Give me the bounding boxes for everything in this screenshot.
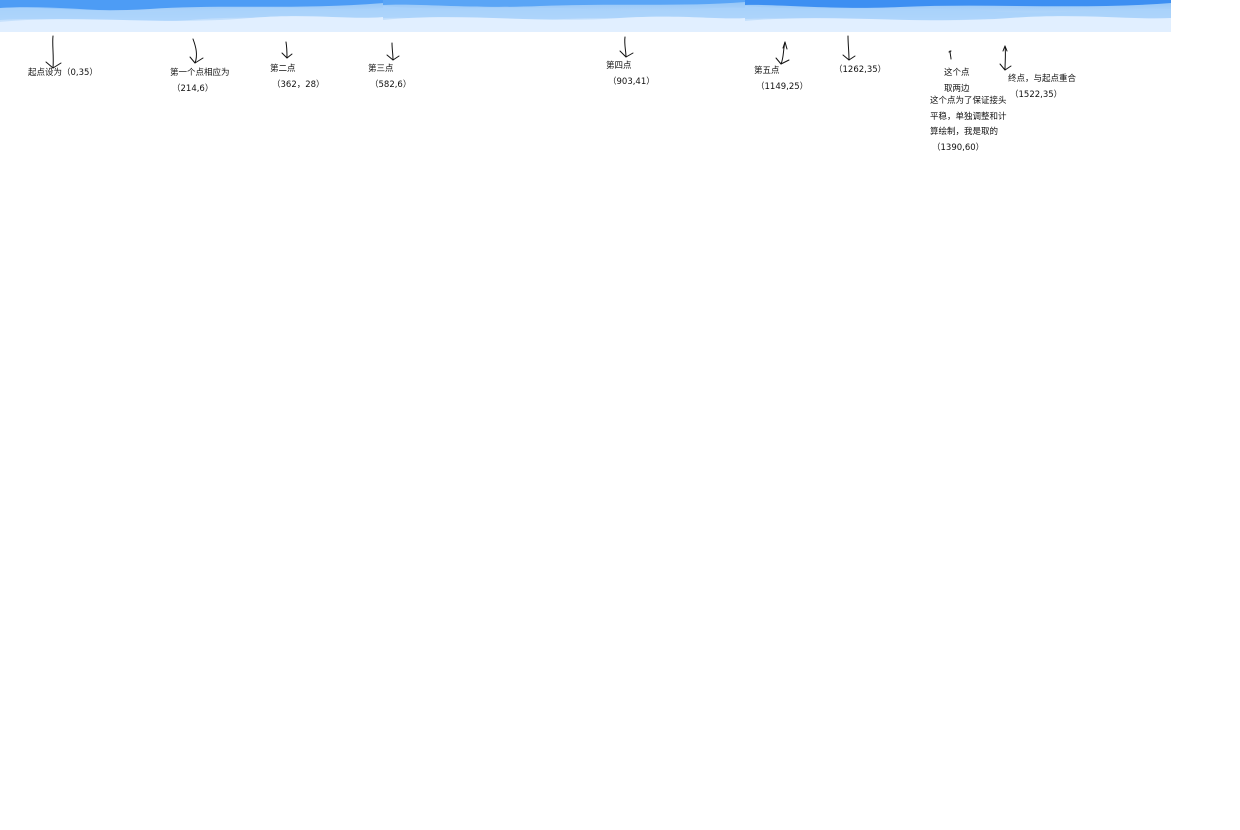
arrow-p2 [281, 41, 293, 59]
label-p1-coord: （214,6） [172, 83, 214, 94]
label-p1-text: 第一个点相应为 [170, 68, 230, 78]
label-p7-line3: 这个点为了保证接头 [930, 96, 1007, 106]
label-p5: 第五点 （1149,25） [754, 64, 808, 95]
label-start: 起点设为（0,35） [28, 66, 98, 82]
label-p4-text: 第四点 [606, 61, 632, 71]
label-p3-coord: （582,6） [370, 79, 412, 90]
arrow-p5 [775, 41, 790, 65]
label-p2: 第二点 （362，28） [270, 62, 325, 93]
label-start-text: 起点设为（0,35） [28, 68, 98, 78]
label-p4: 第四点 （903,41） [606, 59, 655, 90]
label-p7-line5: 算绘制，我是取的 [930, 127, 999, 137]
label-p2-coord: （362，28） [272, 79, 325, 90]
label-p7-head: 这个点 取两边 [944, 66, 970, 97]
arrow-p7 [948, 50, 952, 60]
label-p7-coord: （1390,60） [932, 142, 985, 153]
label-p5-coord: （1149,25） [756, 81, 809, 92]
arrow-p1 [189, 38, 204, 64]
label-p7-body: 这个点为了保证接头 平稳，单独调整和计 算绘制，我是取的 （1390,60） [930, 94, 1007, 156]
label-p7-line4: 平稳，单独调整和计 [930, 111, 1007, 122]
label-end-text: 终点，与起点重合 [1008, 74, 1077, 84]
arrow-start [45, 35, 62, 69]
label-p3-text: 第三点 [368, 64, 394, 74]
arrow-p4 [619, 36, 634, 58]
label-p3: 第三点 （582,6） [368, 62, 411, 93]
label-end: 终点，与起点重合 （1522,35） [1008, 72, 1076, 103]
arrow-p3 [386, 42, 400, 61]
label-p5-text: 第五点 [754, 66, 780, 76]
label-end-coord: （1522,35） [1010, 89, 1063, 100]
label-p1: 第一个点相应为 （214,6） [170, 66, 230, 97]
arrow-end [999, 45, 1012, 71]
label-p4-coord: （903,41） [608, 76, 655, 87]
label-p7-line1: 这个点 [944, 68, 970, 78]
label-p6: （1262,35） [834, 63, 886, 79]
label-p6-coord: （1262,35） [834, 65, 887, 75]
label-p2-text: 第二点 [270, 64, 296, 74]
arrow-p6 [842, 35, 856, 61]
